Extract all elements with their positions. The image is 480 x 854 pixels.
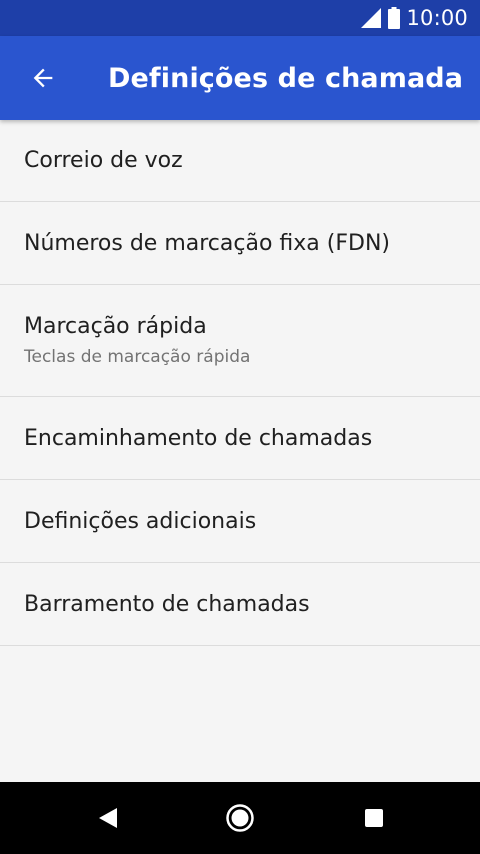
nav-back-button[interactable] <box>88 798 128 838</box>
navigation-bar <box>0 782 480 854</box>
settings-item-call-forwarding[interactable]: Encaminhamento de chamadas <box>0 397 480 480</box>
settings-item-voicemail[interactable]: Correio de voz <box>0 120 480 202</box>
nav-recents-icon <box>365 809 383 827</box>
nav-back-icon <box>99 808 117 828</box>
battery-icon <box>388 7 401 29</box>
settings-item-label: Encaminhamento de chamadas <box>24 425 373 451</box>
nav-home-button[interactable] <box>220 798 260 838</box>
settings-item-label: Correio de voz <box>24 148 183 173</box>
app-bar: Definições de chamada <box>0 36 480 120</box>
settings-item-subtitle: Teclas de marcação rápida <box>24 347 251 367</box>
settings-item-additional[interactable]: Definições adicionais <box>0 480 480 563</box>
settings-item-call-barring[interactable]: Barramento de chamadas <box>0 563 480 646</box>
nav-home-icon <box>226 804 254 832</box>
back-button[interactable] <box>0 36 86 120</box>
signal-icon <box>361 8 382 28</box>
settings-item-label: Definições adicionais <box>24 508 257 534</box>
settings-list: Correio de voz Números de marcação fixa … <box>0 120 480 646</box>
settings-item-label: Marcação rápida <box>24 314 207 339</box>
arrow-back-icon <box>33 68 53 88</box>
settings-item-label: Barramento de chamadas <box>24 591 310 617</box>
nav-recents-button[interactable] <box>354 798 394 838</box>
settings-item-fdn[interactable]: Números de marcação fixa (FDN) <box>0 202 480 285</box>
settings-item-speed-dial[interactable]: Marcação rápida Teclas de marcação rápid… <box>0 285 480 397</box>
page-title: Definições de chamada <box>108 62 464 94</box>
status-time: 10:00 <box>406 6 468 30</box>
settings-item-label: Números de marcação fixa (FDN) <box>24 230 390 256</box>
status-bar: 10:00 <box>0 0 480 36</box>
